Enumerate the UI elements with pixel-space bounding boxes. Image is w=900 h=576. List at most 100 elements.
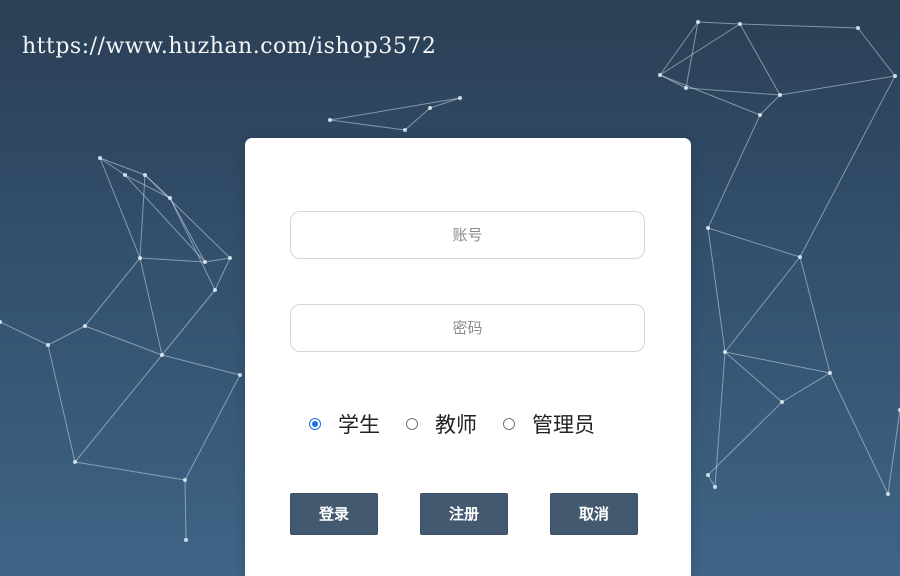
network-node [658,73,662,77]
network-node [706,226,710,230]
network-node [778,93,782,97]
network-line [169,197,216,291]
network-node [238,373,242,377]
network-line [329,97,461,121]
network-line [659,74,761,116]
network-line [707,401,783,476]
network-node [213,288,217,292]
network-line [84,257,141,327]
network-node [856,26,860,30]
network-line [161,354,241,376]
network-line [781,372,831,403]
network-line [659,23,741,76]
role-label-student: 学生 [338,413,380,437]
network-node [184,538,188,542]
network-line [857,27,896,77]
network-line [144,174,231,259]
network-line [139,257,206,263]
network-line [779,75,896,96]
network-node [738,22,742,26]
network-node [893,74,897,78]
network-line [799,256,831,374]
network-line [184,479,187,541]
password-input[interactable] [290,304,645,352]
account-input[interactable] [290,211,645,259]
network-node [828,371,832,375]
network-node [706,473,710,477]
network-node [886,492,890,496]
network-line [139,174,146,259]
role-radio-group: 学生 教师 管理员 [309,408,621,440]
network-line [124,174,171,199]
radio-teacher[interactable] [406,418,418,430]
role-option-admin[interactable]: 管理员 [503,409,595,439]
network-node [328,118,332,122]
watermark-url: https://www.huzhan.com/ishop3572 [22,34,437,59]
network-line [329,119,406,131]
network-node [780,400,784,404]
network-node [46,343,50,347]
network-line [829,372,889,495]
network-node [758,113,762,117]
network-node [723,350,727,354]
login-button[interactable]: 登录 [290,493,378,535]
network-node [98,156,102,160]
role-option-student[interactable]: 学生 [309,409,380,439]
network-line [99,157,146,176]
network-line [724,351,831,374]
login-card: 学生 教师 管理员 登录 注册 取消 [245,138,691,576]
network-node [228,256,232,260]
network-line [47,344,76,463]
network-line [74,354,163,463]
network-node [203,260,207,264]
cancel-button[interactable]: 取消 [550,493,638,535]
network-line [724,256,801,353]
network-line [739,23,781,96]
network-node [143,173,147,177]
register-button[interactable]: 注册 [420,493,508,535]
network-line [139,257,163,356]
network-line [659,74,687,89]
network-line [429,97,461,109]
network-node [713,485,717,489]
network-line [724,351,783,403]
network-line [184,374,241,481]
radio-student[interactable] [309,418,321,430]
network-line [799,75,896,258]
network-node [160,353,164,357]
network-line [739,23,859,29]
network-line [47,325,86,346]
role-option-teacher[interactable]: 教师 [406,409,477,439]
network-node [403,128,407,132]
role-label-teacher: 教师 [435,413,477,437]
role-label-admin: 管理员 [532,413,595,437]
network-line [697,21,741,25]
network-line [214,257,231,291]
network-line [887,409,900,495]
network-line [161,289,216,356]
network-line [707,114,761,229]
network-line [84,325,163,356]
network-node [73,460,77,464]
network-node [798,255,802,259]
network-line [707,227,726,353]
network-line [74,461,186,481]
network-node [123,173,127,177]
network-node [0,320,2,324]
network-line [659,21,699,76]
network-node [458,96,462,100]
network-line [204,257,231,263]
network-node [138,256,142,260]
network-line [707,227,801,258]
network-node [684,86,688,90]
network-line [759,94,781,116]
network-line [404,107,431,131]
network-line [99,157,141,259]
network-line [0,321,49,346]
network-line [707,474,716,488]
network-node [183,478,187,482]
network-node [168,196,172,200]
radio-admin[interactable] [503,418,515,430]
network-node [428,106,432,110]
network-node [83,324,87,328]
